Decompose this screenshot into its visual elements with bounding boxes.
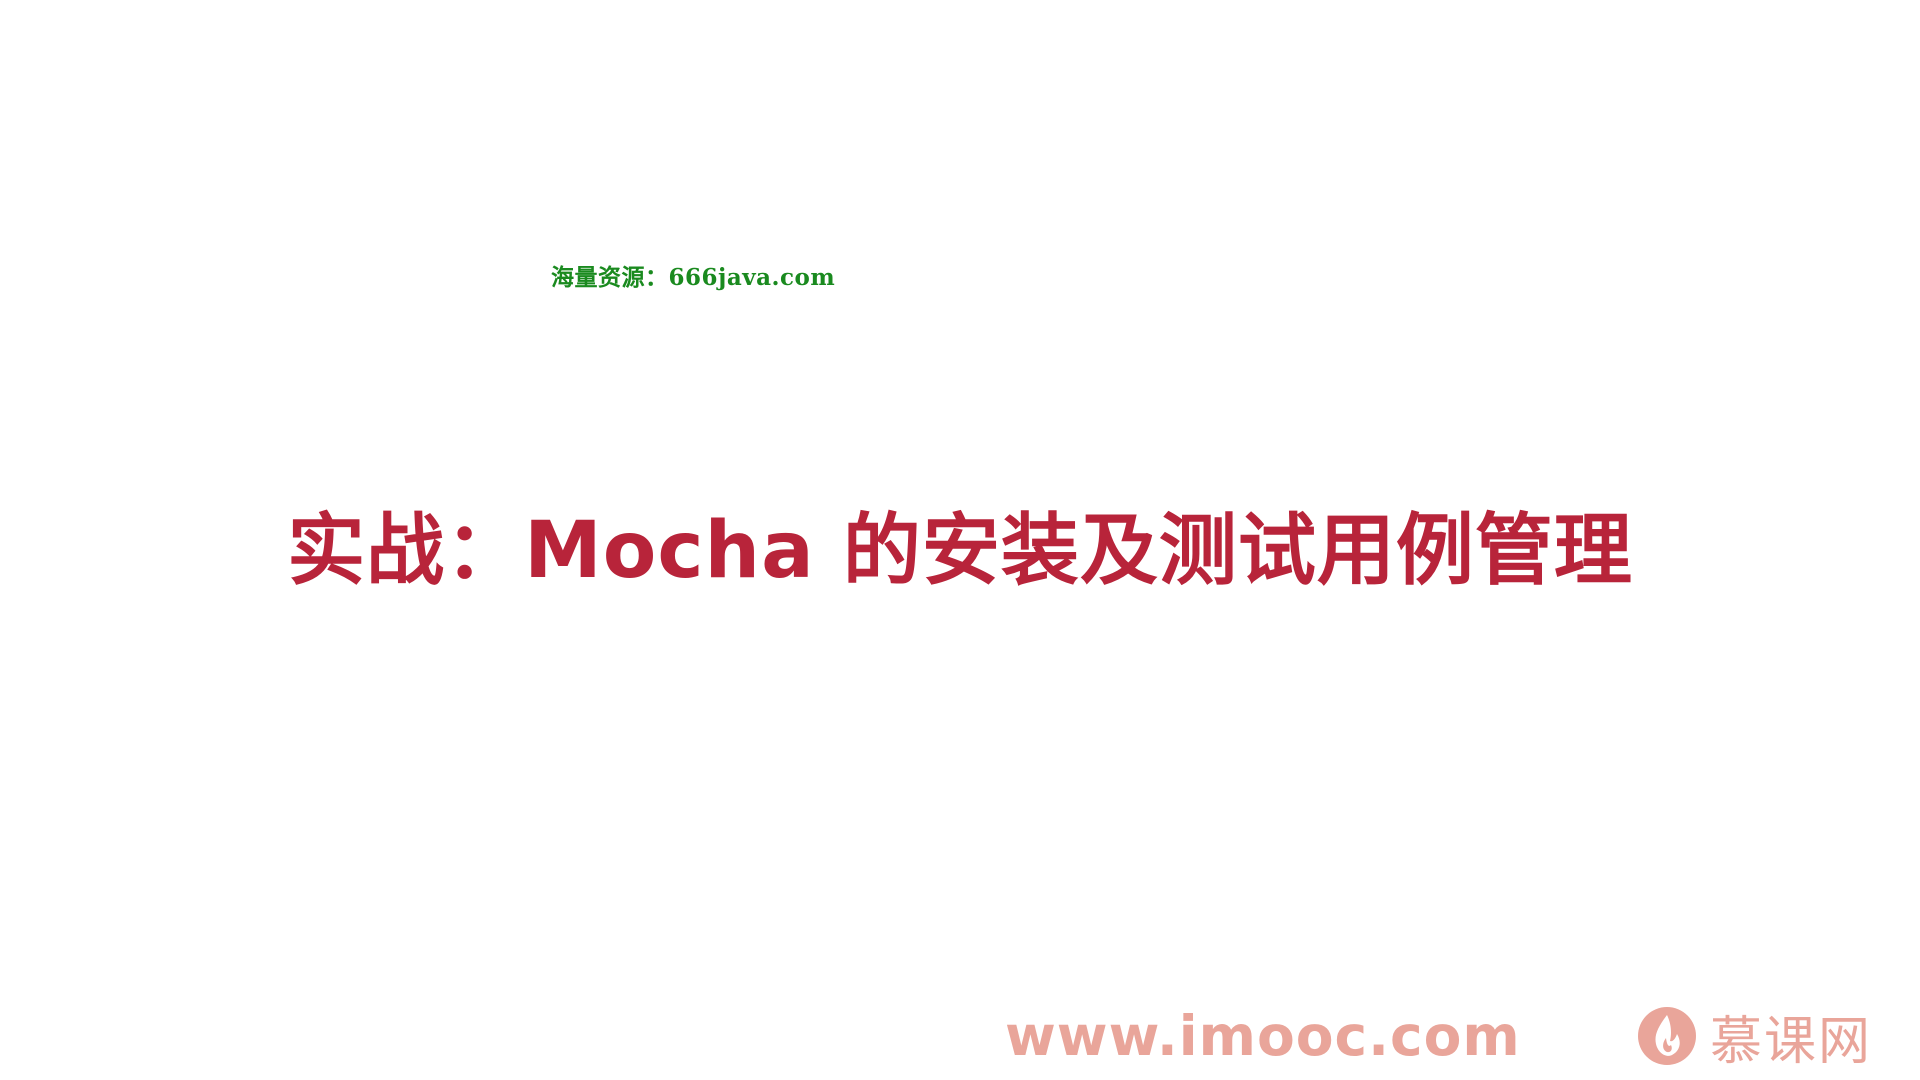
footer-brand-name: 慕课网 [1710, 1011, 1873, 1072]
flame-logo-icon [1638, 1007, 1696, 1065]
slide-title: 实战：Mocha 的安装及测试用例管理 [287, 506, 1633, 596]
footer-url: www.imooc.com [1005, 1004, 1521, 1068]
watermark-text: 海量资源：666java.com [551, 264, 836, 291]
slide: 海量资源：666java.com 实战：Mocha 的安装及测试用例管理 www… [0, 0, 1920, 1080]
footer-brand: 慕课网 [1636, 1004, 1872, 1072]
